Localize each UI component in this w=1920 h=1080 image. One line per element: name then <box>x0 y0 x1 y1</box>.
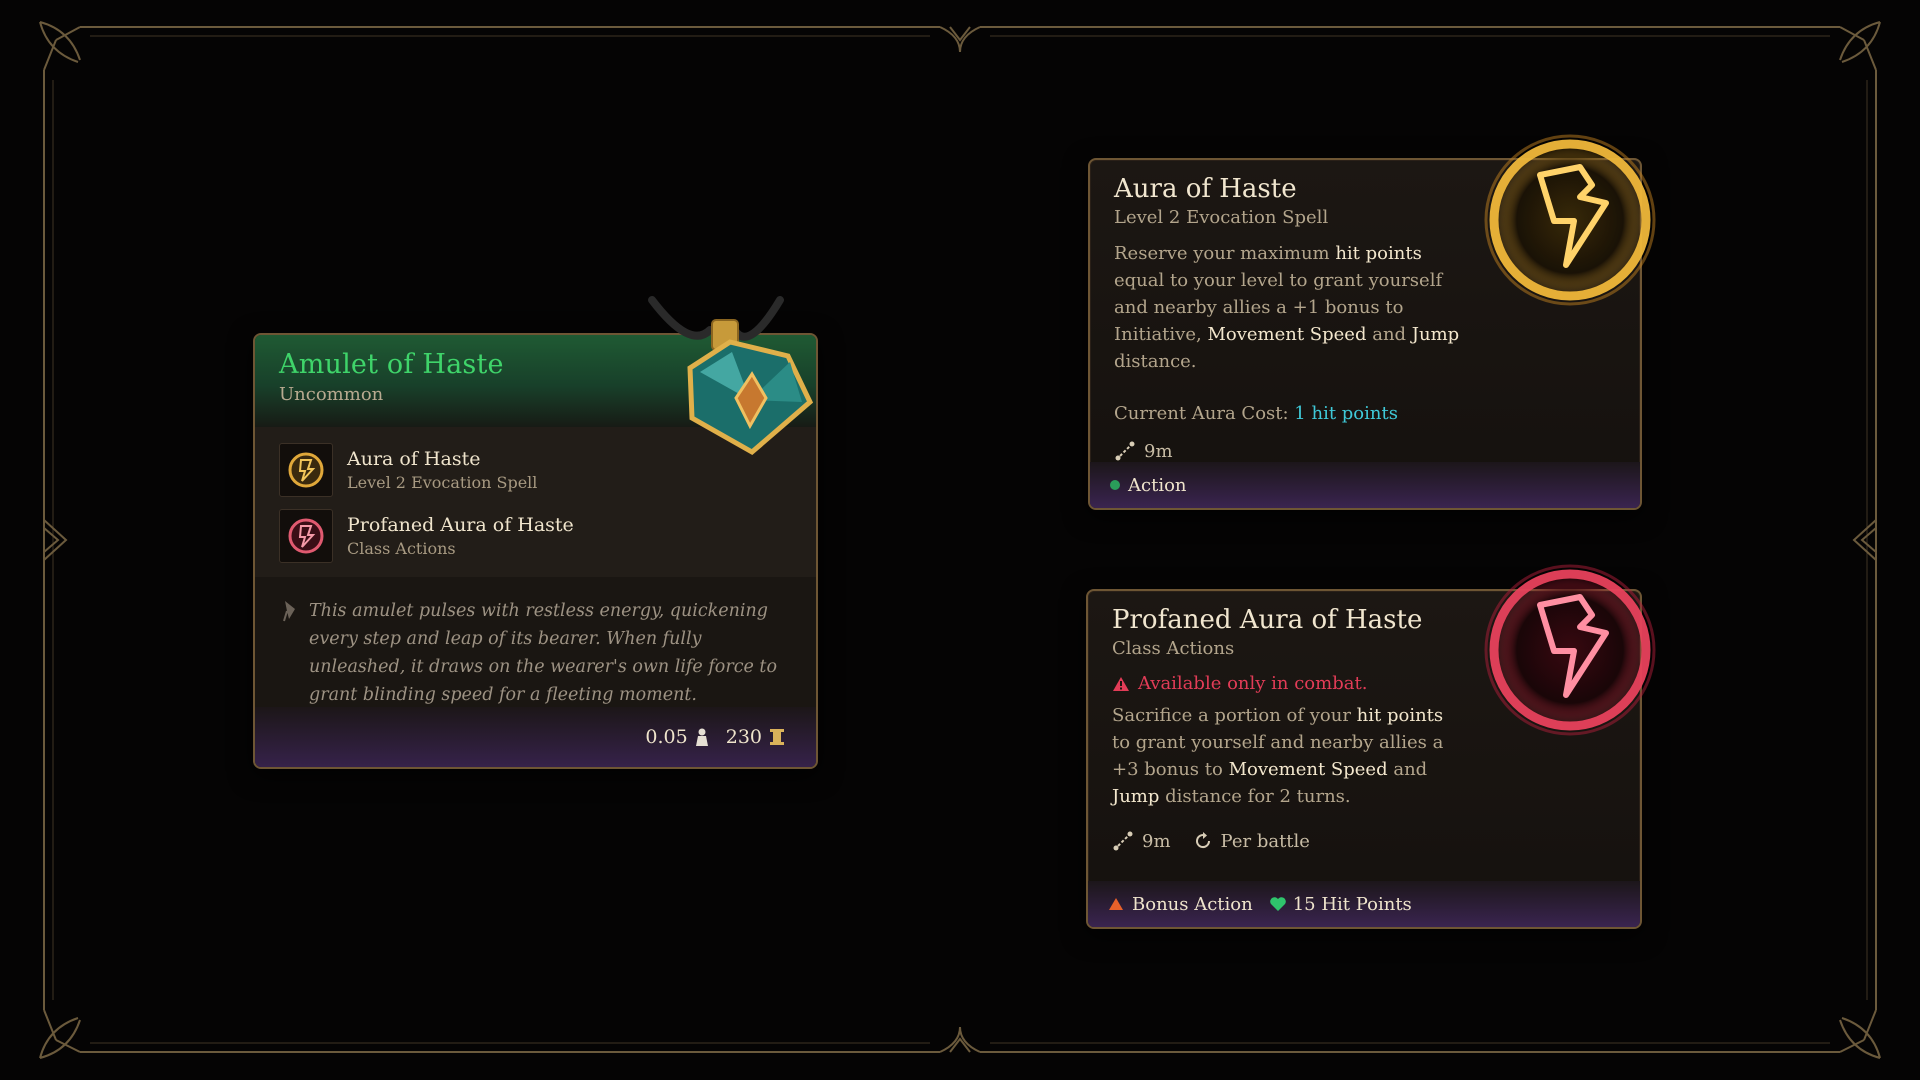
amulet-footer: 0.05 230 <box>255 707 816 767</box>
lore-section: This amulet pulses with restless energy,… <box>255 577 816 707</box>
lore-text: This amulet pulses with restless energy,… <box>309 601 777 705</box>
weight-icon <box>695 728 708 746</box>
spell-description: Reserve your maximum hit points equal to… <box>1114 243 1460 372</box>
spell-subtitle: Class Actions <box>347 539 456 558</box>
spell-name: Profaned Aura of Haste <box>347 514 574 536</box>
weight-value: 0.05 <box>645 726 688 748</box>
gold-coin-icon <box>770 729 784 745</box>
range-icon <box>1113 831 1133 851</box>
spell-subtitle: Level 2 Evocation Spell <box>347 473 538 492</box>
range-value: 9m <box>1144 440 1173 462</box>
profaned-aura-emblem-icon <box>1484 564 1656 736</box>
warning-text: Available only in combat. <box>1138 673 1368 694</box>
weight-display: 0.05 <box>645 726 709 748</box>
spell-description: Sacrifice a portion of your hit points t… <box>1112 705 1444 807</box>
hp-cost: 15 Hit Points <box>1292 893 1412 915</box>
quill-icon <box>283 601 295 622</box>
profaned-aura-icon <box>279 509 333 563</box>
action-dot-icon <box>1110 480 1120 490</box>
aura-haste-emblem-icon <box>1484 134 1656 306</box>
warning-icon <box>1113 676 1129 691</box>
range-info: 9m Per battle <box>1112 830 1640 852</box>
gold-value: 230 <box>725 726 762 748</box>
recharge-icon <box>1195 832 1210 849</box>
bonus-action-triangle-icon <box>1109 898 1123 910</box>
value-display: 230 <box>726 726 786 748</box>
action-type: Bonus Action <box>1132 893 1253 915</box>
range-value: 9m <box>1142 830 1171 852</box>
range-info: 9m <box>1114 440 1640 462</box>
heart-icon <box>1269 897 1286 911</box>
action-type: Action <box>1128 474 1187 496</box>
recharge-value: Per battle <box>1220 830 1310 852</box>
range-icon <box>1115 441 1135 461</box>
action-cost-bar: Bonus Action 15 Hit Points <box>1088 881 1640 927</box>
aura-haste-icon <box>279 443 333 497</box>
aura-cost: Current Aura Cost: 1 hit points <box>1114 403 1398 424</box>
granted-spell-profaned-aura[interactable]: Profaned Aura of Haste Class Actions <box>279 503 816 569</box>
spell-name: Aura of Haste <box>347 448 481 470</box>
amulet-gem-icon <box>648 296 814 456</box>
action-cost-bar: Action <box>1090 462 1640 508</box>
